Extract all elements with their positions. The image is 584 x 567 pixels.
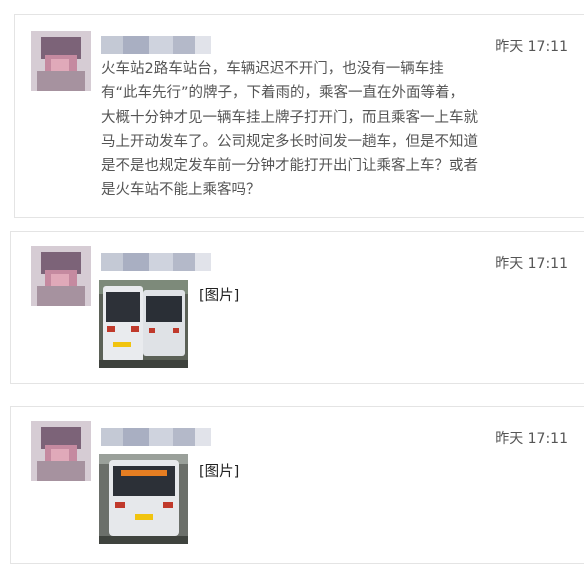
post-text-line: 马上开动发车了。公司规定多长时间发一趟车，但是不知道 — [101, 133, 478, 150]
post-text-line: 是不是也规定发车前一分钟才能打开出门让乘客上车？或者 — [101, 158, 478, 175]
user-name-blurred[interactable] — [101, 36, 211, 54]
post-time: 昨天 17:11 — [495, 39, 568, 55]
bus-photo-icon[interactable] — [99, 280, 188, 368]
bus-photo-icon[interactable] — [99, 454, 188, 544]
user-avatar-icon[interactable] — [31, 246, 91, 306]
post-text: 火车站2路车站台，车辆迟迟不开门，也没有一辆车挂 有“此车先行”的牌子，下着雨的… — [101, 57, 478, 203]
user-name-blurred[interactable] — [101, 428, 211, 446]
bus-photo-image — [99, 454, 188, 544]
post-text-line: 有“此车先行”的牌子，下着雨的，乘客一直在外面等着， — [101, 85, 465, 102]
image-label[interactable]: [图片] — [199, 284, 239, 305]
post-card: 昨天 17:11 [图片] — [10, 406, 584, 564]
user-avatar-icon[interactable] — [31, 31, 91, 91]
post-text-line: 火车站2路车站台，车辆迟迟不开门，也没有一辆车挂 — [101, 61, 444, 77]
image-label[interactable]: [图片] — [199, 460, 239, 481]
post-text-line: 大概十分钟才见一辆车挂上牌子打开门，而且乘客一上车就 — [101, 109, 478, 126]
user-avatar-icon[interactable] — [31, 421, 91, 481]
post-card: 昨天 17:11 火车站2路车站台，车辆迟迟不开门，也没有一辆车挂 有“此车先行… — [14, 14, 584, 218]
user-name-blurred[interactable] — [101, 253, 211, 271]
post-card: 昨天 17:11 [图片] — [10, 231, 584, 384]
post-time: 昨天 17:11 — [495, 256, 568, 272]
bus-photo-image — [99, 280, 188, 368]
post-time: 昨天 17:11 — [495, 431, 568, 447]
post-text-line: 是火车站不能上乘客吗？ — [101, 182, 261, 199]
